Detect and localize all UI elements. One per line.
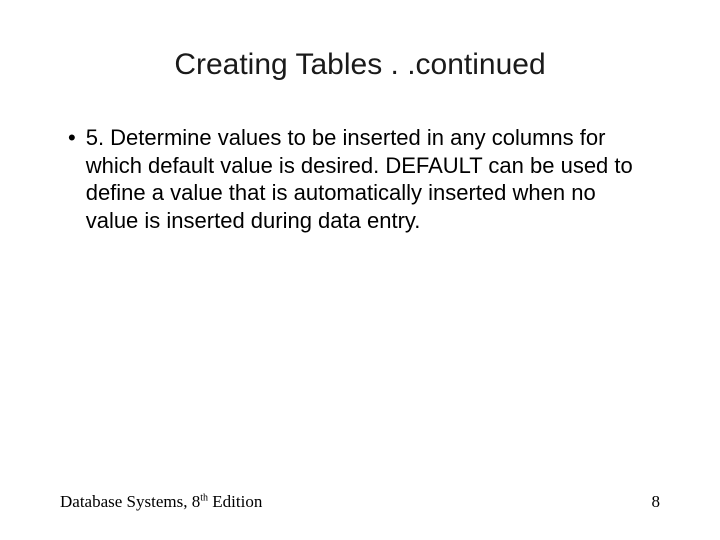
bullet-text: 5. Determine values to be inserted in an… bbox=[86, 124, 646, 234]
footer-text-suffix: Edition bbox=[208, 492, 262, 511]
footer-text-prefix: Database Systems, 8 bbox=[60, 492, 200, 511]
footer-sup: th bbox=[200, 492, 208, 503]
footer: Database Systems, 8th Edition 8 bbox=[60, 492, 660, 512]
bullet-item: • 5. Determine values to be inserted in … bbox=[68, 124, 660, 234]
page-number: 8 bbox=[652, 492, 661, 512]
bullet-icon: • bbox=[68, 124, 76, 152]
footer-left: Database Systems, 8th Edition bbox=[60, 492, 262, 512]
slide: Creating Tables . .continued • 5. Determ… bbox=[0, 0, 720, 540]
slide-title: Creating Tables . .continued bbox=[60, 48, 660, 82]
